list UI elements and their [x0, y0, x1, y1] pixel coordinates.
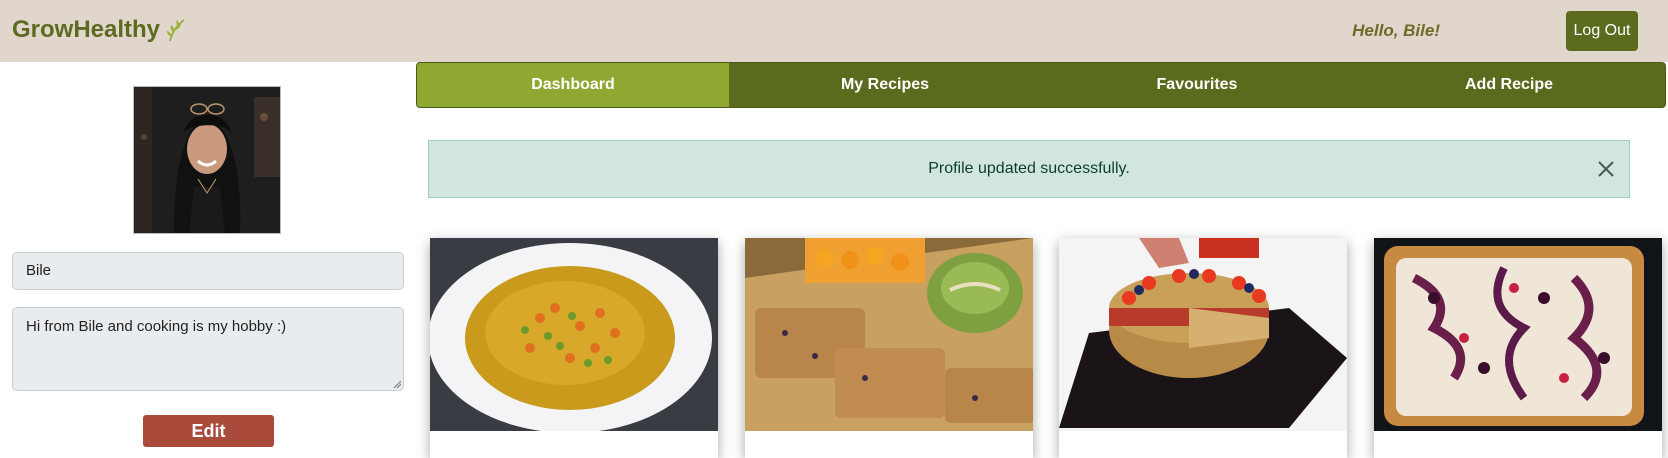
leaf-icon	[166, 17, 188, 43]
success-alert: Profile updated successfully.	[428, 140, 1630, 198]
profile-sidebar: Bile Hi from Bile and cooking is my hobb…	[0, 62, 416, 448]
tab-my-recipes[interactable]: My Recipes	[729, 63, 1041, 107]
alert-message: Profile updated successfully.	[928, 160, 1130, 177]
recipe-card[interactable]	[745, 238, 1033, 458]
recipe-image	[1374, 238, 1662, 431]
profile-bio-text: Hi from Bile and cooking is my hobby :)	[26, 318, 287, 335]
profile-bio-field[interactable]: Hi from Bile and cooking is my hobby :)	[12, 307, 404, 391]
recipe-image	[745, 238, 1033, 431]
recipe-card[interactable]	[1059, 238, 1347, 458]
brand-logo[interactable]: GrowHealthy	[12, 16, 188, 44]
brand-name: GrowHealthy	[12, 16, 161, 43]
navbar: GrowHealthy Hello, Bile! Log Out	[0, 0, 1668, 62]
user-greeting: Hello, Bile!	[1352, 21, 1440, 40]
logout-button[interactable]: Log Out	[1566, 11, 1638, 51]
edit-profile-button[interactable]: Edit	[143, 415, 274, 447]
recipe-image	[1059, 238, 1347, 431]
profile-name-field[interactable]: Bile	[12, 252, 404, 290]
tab-add-recipe[interactable]: Add Recipe	[1353, 63, 1665, 107]
close-icon[interactable]	[1597, 160, 1615, 178]
recipe-card[interactable]	[430, 238, 718, 458]
recipe-image	[430, 238, 718, 431]
tab-dashboard[interactable]: Dashboard	[417, 63, 729, 107]
dashboard-tabs: Dashboard My Recipes Favourites Add Reci…	[416, 62, 1666, 108]
avatar	[133, 86, 281, 234]
tab-favourites[interactable]: Favourites	[1041, 63, 1353, 107]
recipe-card[interactable]	[1374, 238, 1662, 458]
resize-grip-icon[interactable]	[393, 380, 401, 388]
